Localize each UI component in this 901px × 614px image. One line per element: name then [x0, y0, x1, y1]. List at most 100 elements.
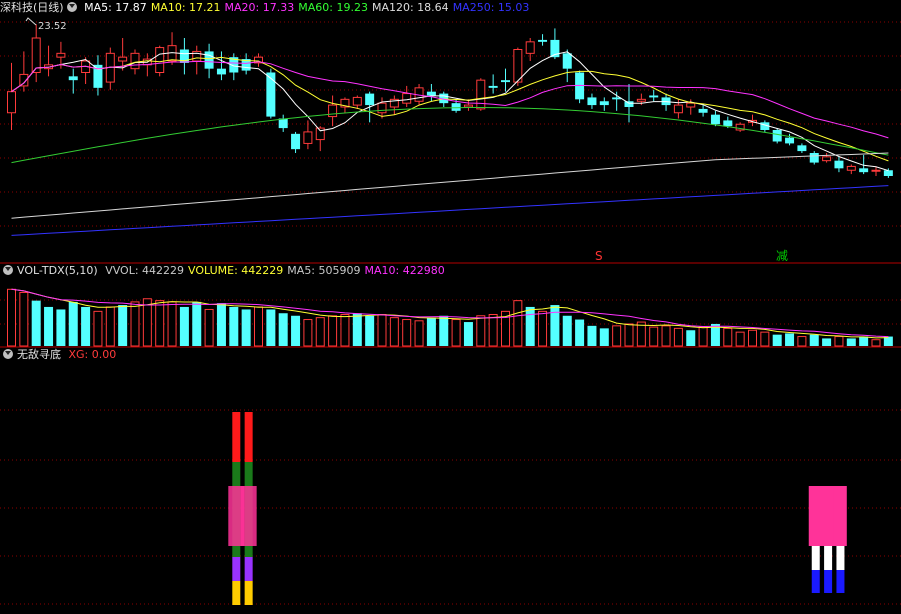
candle-body — [636, 98, 646, 102]
volume-bar — [303, 319, 313, 347]
signal-bar-pink — [833, 486, 847, 546]
signal-bar-red — [232, 412, 241, 462]
candle-body — [118, 56, 128, 62]
candle-body — [871, 169, 881, 172]
volume-bar — [822, 338, 832, 346]
volume-bar — [328, 315, 338, 347]
candle-body — [7, 91, 16, 114]
volume-bar — [871, 339, 881, 347]
volume-bar — [859, 336, 869, 346]
ma10-line — [11, 56, 889, 162]
candle-body — [883, 170, 893, 176]
signal-bar-blue — [811, 570, 820, 593]
volume-bar — [451, 319, 461, 347]
ma5-line — [11, 51, 889, 172]
candle-body — [624, 101, 634, 107]
candle-body — [266, 72, 276, 117]
signal-bar-pink — [821, 486, 835, 546]
candle-body — [56, 52, 66, 58]
candle-body — [216, 68, 226, 75]
signal-bar-purple — [232, 557, 241, 581]
volume-bar — [785, 333, 795, 346]
candle-body — [476, 79, 486, 110]
candle-body — [155, 47, 165, 73]
candle-body — [538, 39, 548, 42]
volume-bar — [179, 306, 189, 346]
candle-body — [710, 114, 720, 125]
volume-bar — [365, 315, 375, 346]
ma60-line — [11, 107, 889, 164]
signal-bar-blue — [836, 570, 845, 593]
volume-bar — [216, 303, 226, 346]
volume-bar — [723, 327, 733, 347]
candle-body — [723, 120, 733, 127]
volume-bar — [19, 291, 29, 347]
signal-bar-pink — [808, 486, 823, 546]
volume-bar — [772, 334, 782, 346]
volume-bar — [686, 330, 696, 346]
volume-bar — [105, 306, 115, 347]
volume-bar — [476, 315, 486, 347]
candle-body — [562, 53, 572, 69]
volume-bar — [155, 300, 165, 347]
volume-bar — [463, 322, 473, 346]
candle-body — [451, 103, 461, 111]
volume-bar — [7, 288, 16, 347]
candle-body — [365, 93, 375, 106]
volume-bar — [118, 305, 128, 346]
volume-bar — [254, 306, 263, 347]
candle-body — [599, 101, 609, 106]
volume-bar — [698, 326, 708, 347]
candle-body — [328, 104, 338, 118]
volume-bar — [809, 334, 819, 346]
candle-body — [352, 96, 362, 106]
candle-body — [785, 137, 795, 144]
candle-body — [834, 160, 844, 169]
signal-bar-orange — [244, 581, 253, 605]
candle-body — [809, 153, 819, 163]
candle-body — [130, 52, 140, 70]
candle-body — [698, 108, 708, 113]
volume-bar — [93, 310, 103, 347]
volume-bar — [414, 320, 424, 347]
candle-body — [797, 145, 807, 152]
candle-body — [686, 102, 696, 108]
volume-bar — [735, 331, 745, 347]
candle-body — [525, 41, 535, 54]
high-pointer — [25, 17, 37, 26]
signal-bar-blue — [824, 570, 833, 593]
stock-chart-canvas[interactable]: 23.52 S 减 — [0, 0, 901, 614]
volume-bar — [31, 300, 41, 346]
volume-bar — [439, 315, 449, 346]
candle-body — [649, 95, 659, 98]
volume-bar — [315, 317, 325, 347]
signal-bar-red — [244, 412, 253, 462]
volume-bar — [525, 306, 535, 346]
volume-bar — [846, 338, 856, 346]
volume-bar — [599, 328, 609, 346]
signal-bar-white — [836, 546, 845, 570]
signal-bar-orange — [232, 581, 241, 605]
candle-body — [822, 156, 832, 162]
volume-bar — [661, 325, 671, 347]
volume-bar — [426, 317, 436, 346]
volume-bar — [241, 309, 251, 346]
volume-bar — [649, 326, 659, 347]
volume-bar — [81, 306, 91, 346]
candle-body — [513, 49, 523, 83]
candle-body — [463, 104, 473, 108]
signal-bar-pink — [240, 486, 257, 546]
sell-signal-mark: S — [595, 249, 603, 263]
candle-body — [303, 131, 313, 144]
candle-body — [772, 130, 782, 142]
volume-bar — [352, 313, 362, 346]
candle-body — [673, 104, 683, 114]
volume-bar — [587, 325, 597, 346]
volume-bar — [377, 314, 387, 347]
candle-body — [291, 133, 301, 150]
candle-body — [204, 51, 214, 69]
volume-bar — [488, 314, 498, 347]
volume-bar — [44, 306, 54, 346]
volume-bar — [402, 319, 412, 347]
volume-bar — [68, 301, 78, 346]
